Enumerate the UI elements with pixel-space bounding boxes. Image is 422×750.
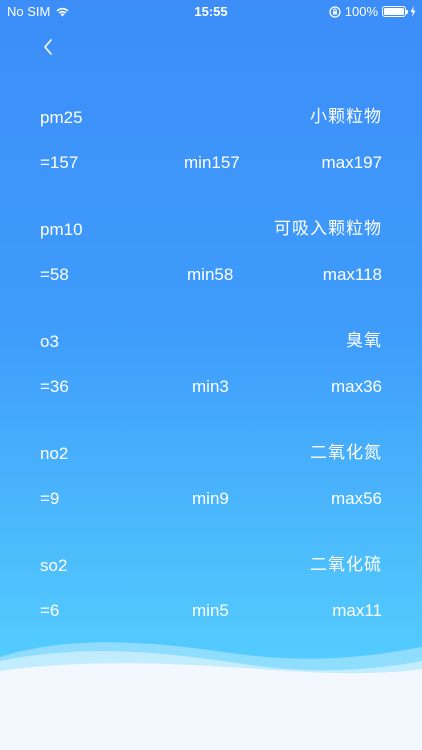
pollutant-code: pm10 — [40, 220, 83, 239]
pollutant-item-no2: no2 二氧化氮 =9 min9 max56 — [0, 436, 422, 548]
pollutant-max: max56 — [330, 489, 382, 508]
pollutant-name: 小颗粒物 — [310, 107, 382, 126]
chevron-left-icon — [44, 39, 52, 55]
back-button[interactable] — [38, 36, 60, 58]
pollutant-min: min3 — [192, 377, 229, 396]
pollutant-item-pm25: pm25 小颗粒物 =157 min157 max197 — [0, 100, 422, 212]
pollutant-min: min58 — [187, 265, 234, 284]
pollutant-min: min9 — [192, 489, 229, 508]
pollutant-current: =157 — [40, 153, 79, 172]
pollutant-max: max197 — [321, 153, 382, 172]
pollutant-min: min5 — [192, 601, 229, 620]
pollutant-max: max118 — [322, 265, 382, 284]
pollutant-code: so2 — [40, 556, 68, 575]
charging-icon — [410, 6, 416, 17]
pollutant-current: =9 — [40, 489, 60, 508]
pollutant-current: =58 — [40, 265, 69, 284]
pollutant-name: 可吸入颗粒物 — [274, 219, 382, 238]
pollutant-code: o3 — [40, 332, 59, 351]
battery-icon — [382, 6, 408, 17]
wave-decoration — [0, 642, 422, 750]
pollutant-min: min157 — [184, 153, 240, 172]
pollutant-max: max11 — [332, 601, 382, 620]
rotation-lock-icon — [329, 5, 341, 18]
battery-percent: 100% — [344, 4, 378, 19]
pollutant-name: 二氧化氮 — [310, 443, 382, 462]
pollutant-name: 臭氧 — [346, 331, 382, 350]
pollutant-item-pm10: pm10 可吸入颗粒物 =58 min58 max118 — [0, 212, 422, 324]
pollutant-current: =36 — [40, 377, 69, 396]
pollutant-max: max36 — [330, 377, 382, 396]
pollutant-item-o3: o3 臭氧 =36 min3 max36 — [0, 324, 422, 436]
pollutant-code: no2 — [40, 444, 69, 463]
pollutant-current: =6 — [40, 601, 60, 620]
status-right: 100% — [329, 4, 416, 19]
pollutant-code: pm25 — [40, 108, 83, 127]
pollutant-name: 二氧化硫 — [310, 555, 382, 574]
status-bar: No SIM 15:55 100% — [0, 0, 422, 22]
